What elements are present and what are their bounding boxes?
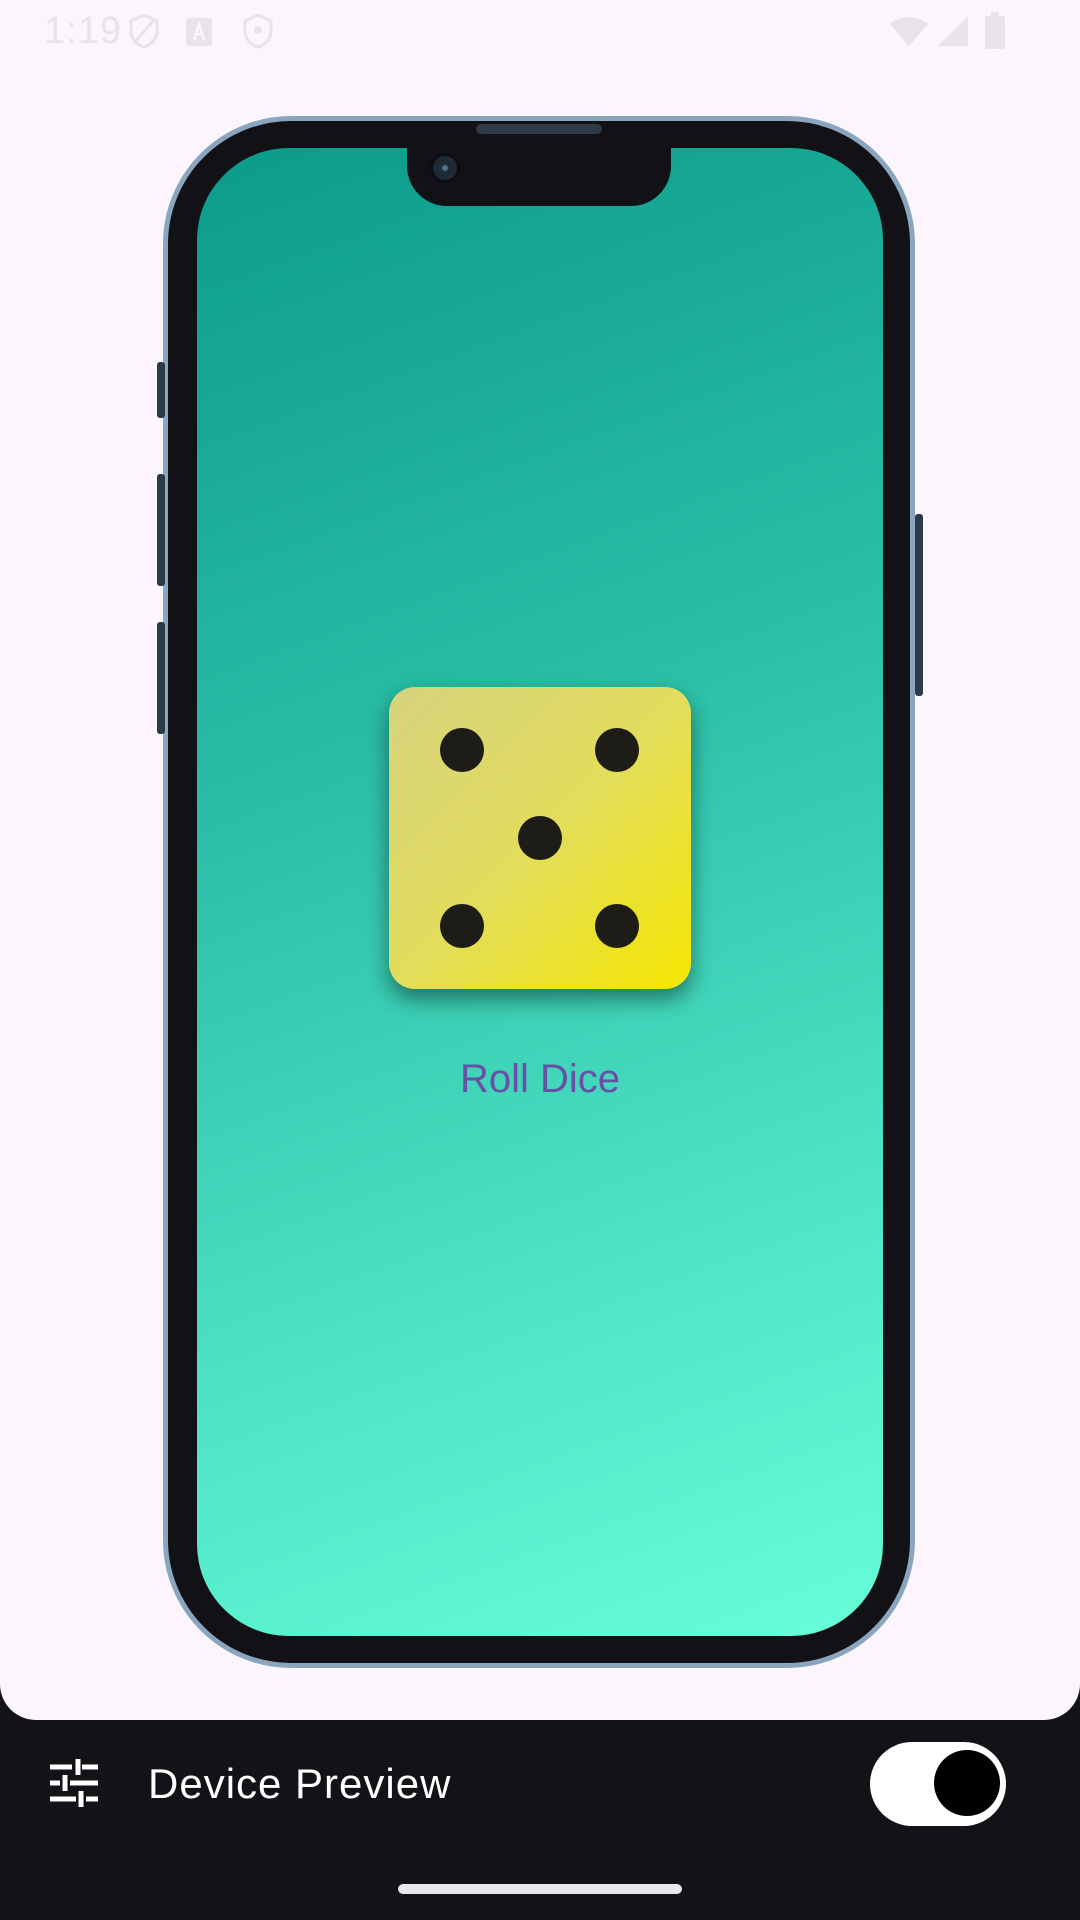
status-bar: 1:19 bbox=[0, 0, 1080, 60]
a-icon bbox=[184, 12, 214, 55]
battery-icon bbox=[984, 12, 1006, 55]
device-preview-area: 1:19 Roll Dice bbox=[0, 0, 1080, 1720]
phone-mute-switch bbox=[157, 362, 165, 418]
shield-icon bbox=[126, 12, 162, 55]
dice-five[interactable] bbox=[389, 687, 691, 989]
phone-volume-up-button bbox=[157, 474, 165, 586]
wifi-icon bbox=[888, 14, 930, 53]
dice-pip bbox=[440, 904, 484, 948]
dice-pip bbox=[440, 728, 484, 772]
toggle-knob bbox=[934, 1750, 1000, 1816]
phone-power-button bbox=[915, 514, 923, 696]
device-preview-toggle[interactable] bbox=[870, 1742, 1006, 1826]
dice-pip bbox=[518, 816, 562, 860]
phone-camera bbox=[430, 153, 460, 183]
dice-pip bbox=[595, 728, 639, 772]
phone-speaker bbox=[476, 124, 602, 134]
toolbar-title: Device Preview bbox=[148, 1760, 452, 1807]
phone-volume-down-button bbox=[157, 622, 165, 734]
dice-pip bbox=[595, 904, 639, 948]
roll-dice-button[interactable]: Roll Dice bbox=[390, 1046, 690, 1110]
tune-icon[interactable] bbox=[48, 1757, 100, 1814]
screen: 1:19 Roll Dice Device Preview bbox=[0, 0, 1080, 1920]
signal-icon bbox=[936, 14, 970, 53]
home-indicator[interactable] bbox=[398, 1884, 682, 1894]
status-time: 1:19 bbox=[44, 10, 122, 52]
shield-outline-icon bbox=[240, 12, 276, 55]
